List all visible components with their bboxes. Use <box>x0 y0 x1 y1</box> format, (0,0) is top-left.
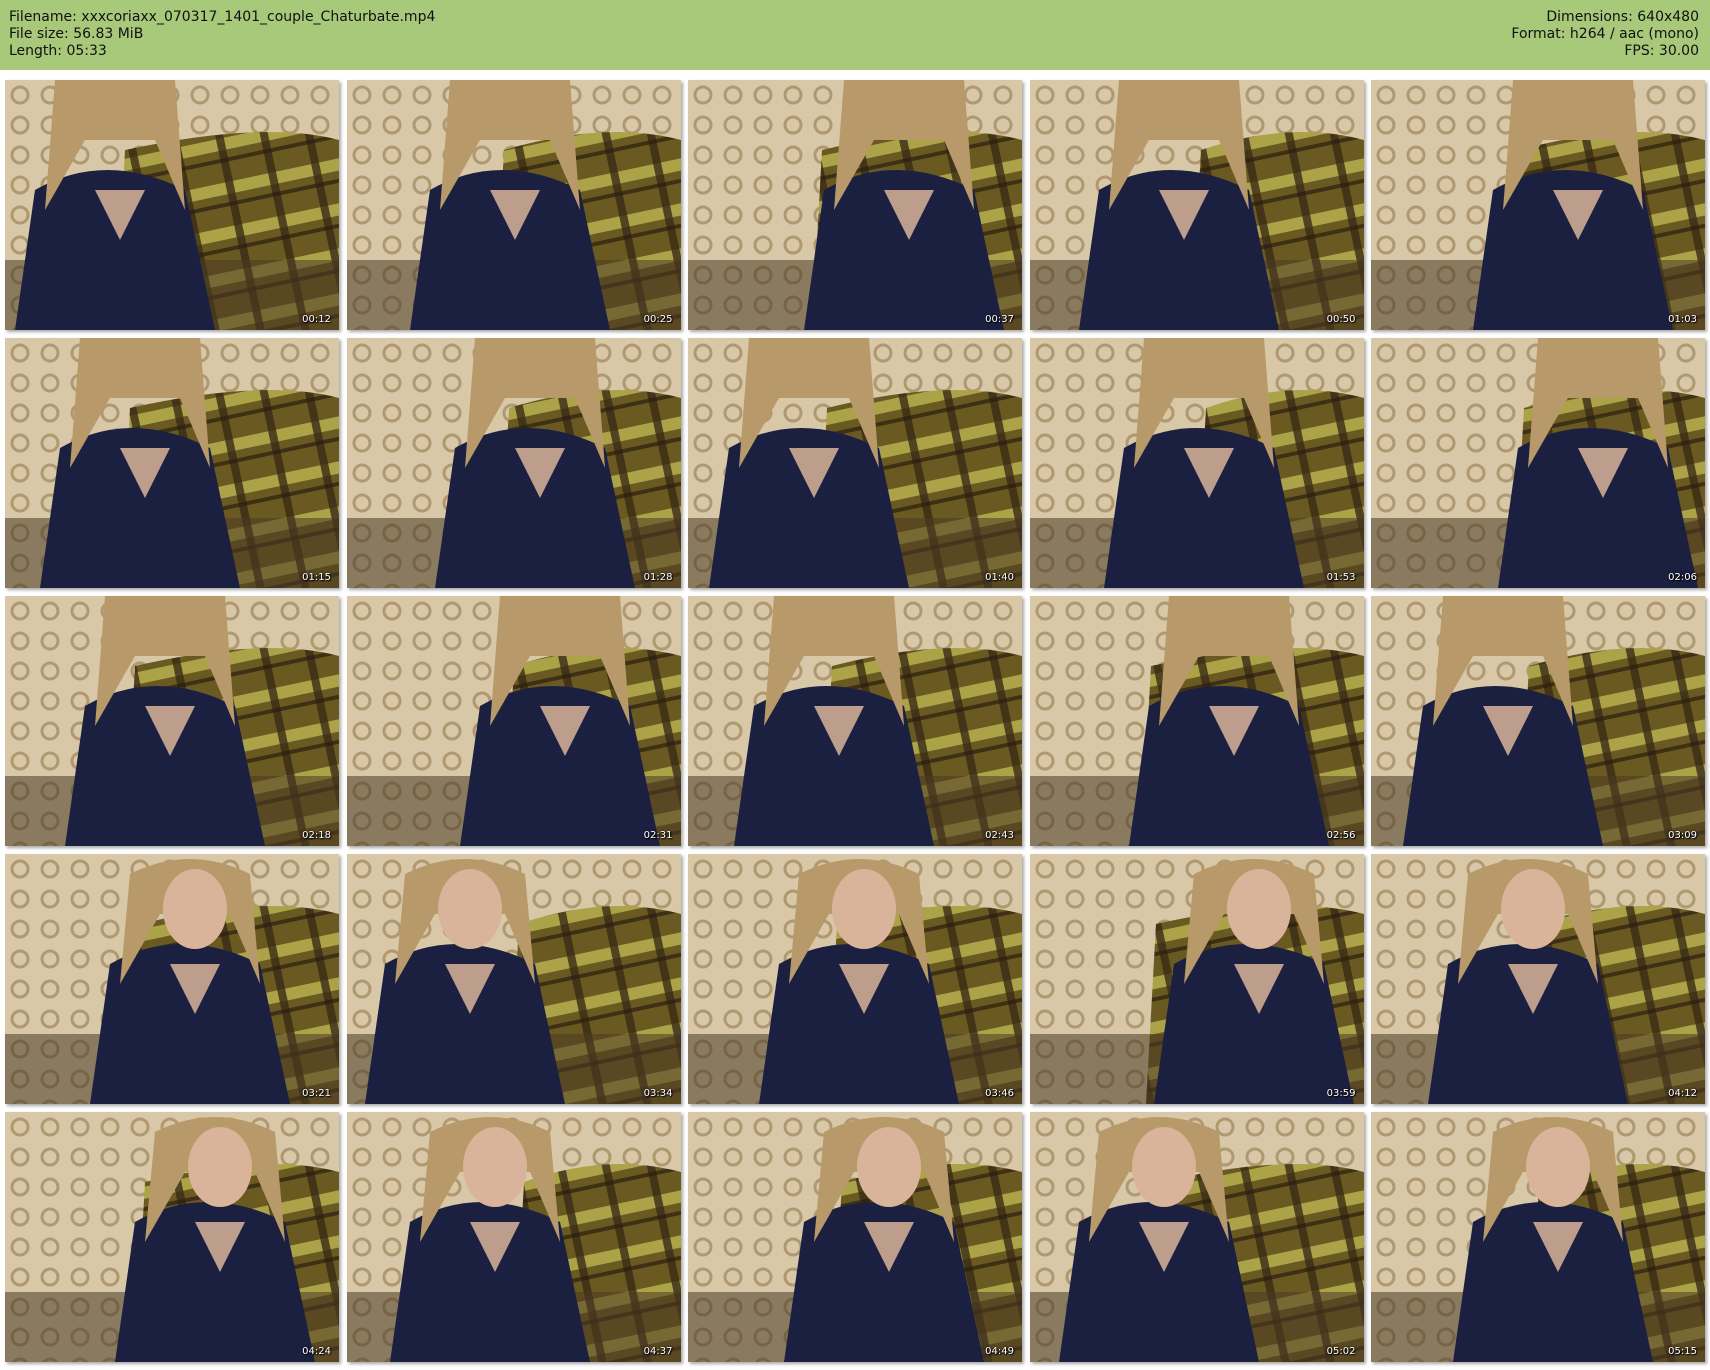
video-thumbnail[interactable]: 04:37 <box>346 1112 681 1362</box>
thumbnail-frame-image <box>1029 1112 1364 1362</box>
video-thumbnail[interactable]: 02:43 <box>688 596 1022 846</box>
video-thumbnail[interactable]: 05:02 <box>1029 1112 1364 1362</box>
video-thumbnail[interactable]: 03:46 <box>688 854 1022 1104</box>
video-thumbnail[interactable]: 02:31 <box>346 596 681 846</box>
thumbnail-frame-image <box>1371 1112 1705 1362</box>
thumbnail-frame-image <box>1029 80 1364 330</box>
dimensions-text: Dimensions: 640x480 <box>1546 9 1699 25</box>
video-thumbnail[interactable]: 03:34 <box>346 854 681 1104</box>
timestamp-label: 01:15 <box>302 572 331 583</box>
timestamp-label: 05:15 <box>1668 1346 1697 1357</box>
timestamp-label: 00:12 <box>302 314 331 325</box>
thumbnail-frame-image <box>688 596 1022 846</box>
length-text: Length: 05:33 <box>9 43 107 59</box>
timestamp-label: 02:06 <box>1668 572 1697 583</box>
thumbnail-frame-image <box>1029 854 1364 1104</box>
video-thumbnail[interactable]: 01:40 <box>688 338 1022 588</box>
thumbnail-frame-image <box>5 854 339 1104</box>
video-thumbnail[interactable]: 01:53 <box>1029 338 1364 588</box>
video-thumbnail[interactable]: 01:03 <box>1371 80 1705 330</box>
thumbnail-frame-image <box>1371 338 1705 588</box>
timestamp-label: 04:37 <box>643 1346 673 1357</box>
thumbnail-frame-image <box>688 854 1022 1104</box>
video-thumbnail[interactable]: 02:56 <box>1029 596 1364 846</box>
timestamp-label: 02:43 <box>985 830 1014 841</box>
timestamp-label: 04:12 <box>1668 1088 1697 1099</box>
timestamp-label: 04:49 <box>985 1346 1014 1357</box>
thumbnail-frame-image <box>5 1112 339 1362</box>
thumbnail-frame-image <box>1371 854 1705 1104</box>
thumbnail-frame-image <box>346 338 681 588</box>
fps-text: FPS: 30.00 <box>1624 43 1699 59</box>
thumbnail-grid: 00:12 00:25 00:37 00:50 01:03 01:15 01:28 01:40… <box>5 80 1705 1362</box>
file-info-left: Filename: xxxcoriaxx_070317_1401_couple_… <box>9 9 435 60</box>
video-thumbnail[interactable]: 00:12 <box>5 80 339 330</box>
file-info-right: Dimensions: 640x480 Format: h264 / aac (… <box>1511 9 1699 60</box>
timestamp-label: 03:21 <box>302 1088 331 1099</box>
timestamp-label: 02:31 <box>643 830 673 841</box>
video-thumbnail[interactable]: 00:50 <box>1029 80 1364 330</box>
thumbnail-frame-image <box>1371 596 1705 846</box>
thumbnail-frame-image <box>1029 338 1364 588</box>
video-thumbnail[interactable]: 04:24 <box>5 1112 339 1362</box>
timestamp-label: 03:59 <box>1326 1088 1356 1099</box>
timestamp-label: 04:24 <box>302 1346 331 1357</box>
thumbnail-frame-image <box>346 1112 681 1362</box>
thumbnail-frame-image <box>688 80 1022 330</box>
thumbnail-frame-image <box>1371 80 1705 330</box>
timestamp-label: 00:50 <box>1326 314 1356 325</box>
thumbnail-frame-image <box>1029 596 1364 846</box>
info-header: Filename: xxxcoriaxx_070317_1401_couple_… <box>0 0 1710 70</box>
timestamp-label: 03:34 <box>643 1088 673 1099</box>
video-thumbnail[interactable]: 02:18 <box>5 596 339 846</box>
timestamp-label: 01:53 <box>1326 572 1356 583</box>
timestamp-label: 02:18 <box>302 830 331 841</box>
thumbnail-frame-image <box>5 80 339 330</box>
timestamp-label: 00:25 <box>643 314 673 325</box>
timestamp-label: 03:46 <box>985 1088 1014 1099</box>
video-thumbnail[interactable]: 05:15 <box>1371 1112 1705 1362</box>
video-thumbnail[interactable]: 01:28 <box>346 338 681 588</box>
video-thumbnail[interactable]: 04:12 <box>1371 854 1705 1104</box>
thumbnail-frame-image <box>346 854 681 1104</box>
video-thumbnail[interactable]: 03:09 <box>1371 596 1705 846</box>
thumbnail-frame-image <box>5 338 339 588</box>
timestamp-label: 01:03 <box>1668 314 1697 325</box>
timestamp-label: 03:09 <box>1668 830 1697 841</box>
timestamp-label: 05:02 <box>1326 1346 1356 1357</box>
video-thumbnail[interactable]: 04:49 <box>688 1112 1022 1362</box>
thumbnail-frame-image <box>346 80 681 330</box>
filename-text: Filename: xxxcoriaxx_070317_1401_couple_… <box>9 9 436 25</box>
video-thumbnail[interactable]: 03:21 <box>5 854 339 1104</box>
video-thumbnail[interactable]: 00:37 <box>688 80 1022 330</box>
format-text: Format: h264 / aac (mono) <box>1511 26 1699 42</box>
thumbnail-frame-image <box>346 596 681 846</box>
timestamp-label: 01:28 <box>643 572 673 583</box>
thumbnail-frame-image <box>688 1112 1022 1362</box>
video-thumbnail[interactable]: 02:06 <box>1371 338 1705 588</box>
thumbnail-frame-image <box>688 338 1022 588</box>
video-thumbnail[interactable]: 03:59 <box>1029 854 1364 1104</box>
video-thumbnail[interactable]: 01:15 <box>5 338 339 588</box>
video-thumbnail[interactable]: 00:25 <box>346 80 681 330</box>
timestamp-label: 01:40 <box>985 572 1014 583</box>
timestamp-label: 02:56 <box>1326 830 1356 841</box>
filesize-text: File size: 56.83 MiB <box>9 26 144 42</box>
timestamp-label: 00:37 <box>985 314 1014 325</box>
thumbnail-frame-image <box>5 596 339 846</box>
